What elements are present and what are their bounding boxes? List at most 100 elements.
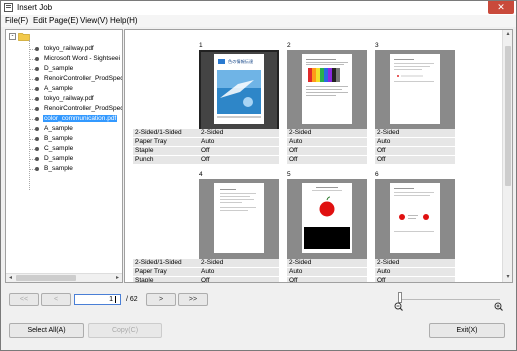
menu-edit-page[interactable]: Edit Page(E) [33, 16, 78, 25]
menu-file[interactable]: File(F) [5, 16, 28, 25]
property-value: 2-Sided [375, 129, 455, 137]
page-number: 3 [375, 42, 379, 49]
copy-button[interactable]: Copy(C) [88, 323, 162, 338]
property-value: 2-Sided [287, 129, 367, 137]
page-number: 5 [287, 171, 291, 178]
app-icon [4, 3, 13, 12]
tree-horizontal-scrollbar[interactable]: ◂ ▸ [6, 273, 122, 282]
property-value: Off [287, 277, 367, 282]
page-thumbnail[interactable] [375, 179, 455, 261]
property-value: Auto [375, 268, 455, 276]
property-value: Auto [199, 138, 279, 146]
page-4-image [220, 189, 256, 211]
property-row: Paper Tray Auto Auto Auto [133, 138, 509, 147]
page-2-image [306, 59, 348, 96]
first-page-button[interactable]: << [9, 293, 39, 306]
menu-view[interactable]: View(V) [80, 16, 108, 25]
property-row: Punch Off Off Off [133, 156, 509, 165]
page-total: / 62 [126, 296, 138, 303]
zoom-in-icon[interactable] [494, 302, 503, 311]
property-value: 2-Sided [199, 129, 279, 137]
window-title: Insert Job [17, 3, 53, 12]
grid-vertical-scrollbar[interactable]: ▴ ▾ [502, 30, 512, 282]
page-4-content [214, 183, 264, 253]
job-bullet-icon [35, 67, 39, 71]
previous-page-button[interactable]: < [41, 293, 71, 306]
property-value: Auto [375, 138, 455, 146]
page-grid-panel: 1 色の情報伝達 2 3 4 5 6 2-Sided/1-Sided 2-Sid… [124, 29, 513, 283]
title-bar: Insert Job ✕ [1, 1, 516, 15]
tree-item-label: C_sample [44, 145, 74, 152]
page-2-content [302, 54, 352, 124]
tree-item-label: D_sample [44, 155, 74, 162]
property-value: Off [375, 147, 455, 155]
close-button[interactable]: ✕ [488, 1, 514, 14]
property-label: 2-Sided/1-Sided [133, 129, 199, 137]
tree-item-label: D_sample [44, 65, 74, 72]
job-bullet-icon [35, 57, 39, 61]
tree-item-label: tokyo_railway.pdf [44, 95, 94, 102]
page-thumbnail[interactable] [287, 179, 367, 261]
tree-connector-line [29, 40, 30, 190]
property-row: 2-Sided/1-Sided 2-Sided 2-Sided 2-Sided [133, 129, 509, 138]
scroll-thumb[interactable] [505, 46, 511, 186]
tree-item-label: tokyo_railway.pdf [44, 45, 94, 52]
scroll-down-arrow-icon[interactable]: ▾ [503, 273, 512, 282]
job-bullet-icon [35, 117, 39, 121]
property-label: Staple [133, 147, 199, 155]
page-number: 6 [375, 171, 379, 178]
select-all-button[interactable]: Select All(A) [9, 323, 84, 338]
page-6-content [390, 183, 440, 253]
scroll-right-arrow-icon[interactable]: ▸ [113, 274, 122, 282]
page-number-input[interactable]: 1 [74, 294, 121, 305]
zoom-out-icon[interactable] [394, 302, 403, 311]
job-bullet-icon [35, 87, 39, 91]
page-number: 2 [287, 42, 291, 49]
apple-image [319, 201, 335, 217]
job-bullet-icon [35, 167, 39, 171]
property-label: Staple [133, 277, 199, 282]
page-thumbnail[interactable] [199, 179, 279, 261]
insert-job-window: Insert Job ✕ File(F) Edit Page(E) View(V… [0, 0, 517, 351]
page-thumbnail[interactable] [287, 50, 367, 132]
page-3-image [394, 59, 434, 82]
property-value: 2-Sided [375, 259, 455, 267]
menu-bar: File(F) Edit Page(E) View(V) Help(H) [1, 15, 516, 27]
job-bullet-icon [35, 147, 39, 151]
property-row: 2-Sided/1-Sided 2-Sided 2-Sided 2-Sided [133, 259, 509, 268]
job-tree-panel: - tokyo_railway.pdf Microsoft Word - Sigh… [5, 29, 123, 283]
page-6-image [394, 188, 434, 232]
property-row: Staple Off Off Off [133, 147, 509, 156]
page-5-content [302, 183, 352, 253]
page-thumbnail[interactable] [375, 50, 455, 132]
property-label: Paper Tray [133, 268, 199, 276]
exit-button[interactable]: Exit(X) [429, 323, 505, 338]
job-bullet-icon [35, 107, 39, 111]
tree-item-label: A_sample [44, 125, 73, 132]
property-value: Auto [287, 138, 367, 146]
black-image-block [304, 227, 350, 249]
property-value: 2-Sided [199, 259, 279, 267]
page-number: 4 [199, 171, 203, 178]
property-value: 2-Sided [287, 259, 367, 267]
property-value: Auto [287, 268, 367, 276]
next-page-button[interactable]: > [146, 293, 176, 306]
collapse-toggle[interactable]: - [9, 33, 16, 40]
last-page-button[interactable]: >> [178, 293, 208, 306]
page-thumbnail[interactable]: 色の情報伝達 [199, 50, 279, 132]
scroll-up-arrow-icon[interactable]: ▴ [503, 30, 512, 39]
property-value: Off [287, 147, 367, 155]
property-row: Staple Off Off Off [133, 277, 509, 282]
property-value: Off [375, 156, 455, 164]
zoom-track[interactable] [400, 299, 500, 300]
job-bullet-icon [35, 137, 39, 141]
menu-help[interactable]: Help(H) [110, 16, 138, 25]
scroll-thumb[interactable] [16, 275, 76, 281]
tree-item-label: RenoirController_ProdSpec_ [44, 105, 123, 112]
property-label: Paper Tray [133, 138, 199, 146]
property-value: Off [199, 277, 279, 282]
property-value: Off [375, 277, 455, 282]
job-bullet-icon [35, 127, 39, 131]
tree-item-label: A_sample [44, 85, 73, 92]
scroll-left-arrow-icon[interactable]: ◂ [6, 274, 15, 282]
